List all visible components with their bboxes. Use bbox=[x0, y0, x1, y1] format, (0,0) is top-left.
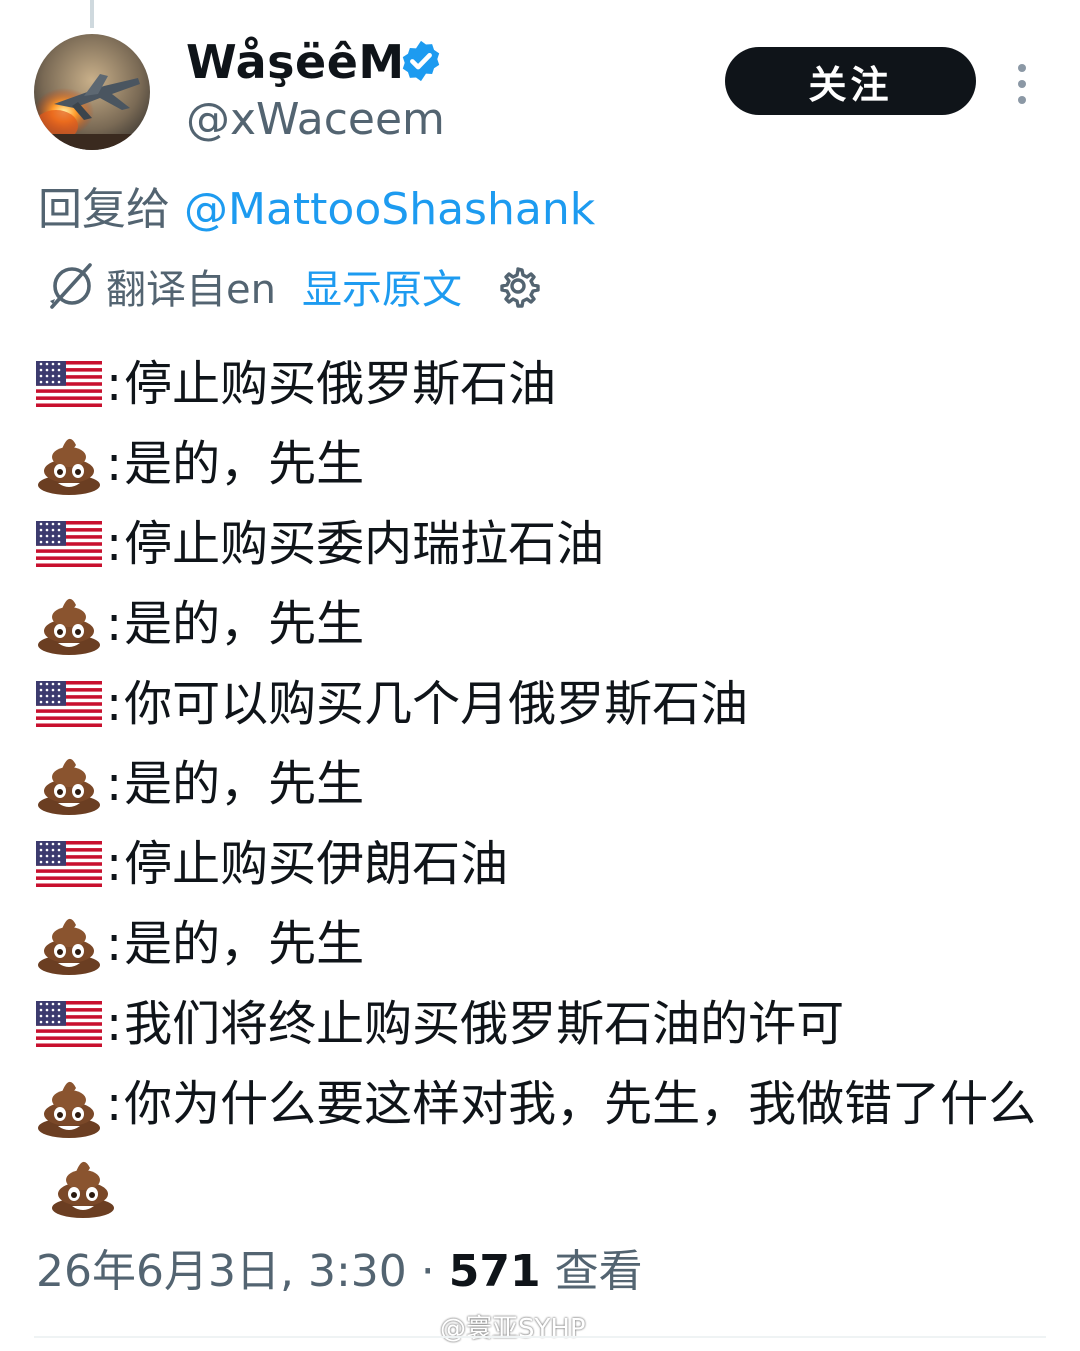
tweet-line-text: 我们将终止购买俄罗斯石油的许可 bbox=[124, 996, 845, 1052]
us-flag-speaker bbox=[36, 361, 102, 407]
author-display-name[interactable]: WåşëêM bbox=[186, 34, 405, 90]
us-flag-icon bbox=[36, 361, 102, 407]
tweet-line-text: 是的，先生 bbox=[124, 436, 365, 492]
speaker-colon: : bbox=[106, 676, 123, 732]
tweet-line-text: 你可以购买几个月俄罗斯石油 bbox=[124, 676, 749, 732]
us-flag-speaker bbox=[36, 1001, 102, 1047]
follow-button[interactable]: 关注 bbox=[725, 47, 976, 115]
weibo-watermark-text: @寰亚SYHP bbox=[440, 1314, 586, 1344]
speaker-colon: : bbox=[106, 756, 123, 812]
poop-speaker bbox=[36, 913, 102, 975]
poop-speaker bbox=[36, 753, 102, 815]
show-original-link[interactable]: 显示原文 bbox=[302, 257, 462, 315]
speaker-colon: : bbox=[106, 596, 123, 652]
tweet-line: : 是的，先生 bbox=[36, 584, 1046, 664]
tweet-meta: 26年6月3日, 3:30 · 571 查看 bbox=[36, 1240, 643, 1304]
poop-emoji-icon bbox=[38, 1081, 100, 1138]
tweet-line: : 停止购买俄罗斯石油 bbox=[36, 344, 1046, 424]
poop-emoji-icon bbox=[38, 598, 100, 655]
tweet-line: : 你可以购买几个月俄罗斯石油 bbox=[36, 664, 1046, 744]
tweet-line: : 是的，先生 bbox=[36, 744, 1046, 824]
author-handle[interactable]: @xWaceem bbox=[186, 92, 445, 148]
tweet-text: : 停止购买俄罗斯石油: 是的，先生: 停止购买委内瑞拉石油: 是的，先生: 你可以购买几… bbox=[36, 344, 1046, 1224]
poop-emoji-icon bbox=[38, 758, 100, 815]
thread-connector-line bbox=[90, 0, 94, 28]
fighter-jet-avatar-icon bbox=[34, 34, 150, 150]
tweet-line: : 是的，先生 bbox=[36, 424, 1046, 504]
views-count: 571 bbox=[448, 1246, 541, 1297]
tweet-line: : 停止购买委内瑞拉石油 bbox=[36, 504, 1046, 584]
tweet-line-text: 是的，先生 bbox=[124, 756, 365, 812]
speaker-colon: : bbox=[106, 916, 123, 972]
watermark: @寰亚SYHP bbox=[440, 1308, 586, 1345]
us-flag-speaker bbox=[36, 521, 102, 567]
poop-speaker bbox=[36, 1076, 102, 1138]
views-label: 查看 bbox=[540, 1246, 643, 1297]
poop-emoji-icon bbox=[38, 918, 100, 975]
poop-speaker bbox=[36, 433, 102, 495]
timestamp-link[interactable]: 26年6月3日, 3:30 bbox=[36, 1246, 407, 1297]
tweet-line: : 我们将终止购买俄罗斯石油的许可 bbox=[36, 984, 1046, 1064]
meta-separator: · bbox=[406, 1246, 449, 1297]
gear-icon[interactable] bbox=[496, 264, 540, 308]
tweet-line-text: 是的，先生 bbox=[124, 916, 365, 972]
tweet-line-text: 停止购买伊朗石油 bbox=[124, 836, 509, 892]
avatar[interactable] bbox=[34, 34, 150, 150]
poop-emoji-icon bbox=[52, 1161, 114, 1218]
verified-badge-icon bbox=[402, 40, 440, 82]
reply-to-prefix: 回复给 bbox=[38, 184, 184, 235]
us-flag-speaker bbox=[36, 681, 102, 727]
tweet-line-text: 你为什么要这样对我，先生，我做错了什么 bbox=[124, 1076, 1037, 1132]
poop-speaker bbox=[36, 593, 102, 655]
translate-icon bbox=[50, 263, 92, 309]
speaker-colon: : bbox=[106, 996, 123, 1052]
tweet-line: : 停止购买伊朗石油 bbox=[36, 824, 1046, 904]
trailing-poop bbox=[50, 1156, 116, 1218]
speaker-colon: : bbox=[106, 516, 123, 572]
translation-bar: 翻译自en 显示原文 bbox=[46, 258, 540, 314]
poop-emoji-icon bbox=[38, 438, 100, 495]
tweet-line: : 是的，先生 bbox=[36, 904, 1046, 984]
us-flag-icon bbox=[36, 521, 102, 567]
translated-from-label: 翻译自en bbox=[106, 267, 276, 313]
more-vertical-icon[interactable] bbox=[1008, 60, 1036, 108]
speaker-colon: : bbox=[106, 836, 123, 892]
divider bbox=[34, 1336, 1046, 1338]
tweet-line: :你为什么要这样对我，先生，我做错了什么 bbox=[36, 1064, 1046, 1224]
us-flag-icon bbox=[36, 681, 102, 727]
reply-to-line: 回复给 @MattooShashank bbox=[38, 180, 595, 240]
us-flag-icon bbox=[36, 1001, 102, 1047]
us-flag-speaker bbox=[36, 841, 102, 887]
us-flag-icon bbox=[36, 841, 102, 887]
tweet-line-text: 停止购买俄罗斯石油 bbox=[124, 356, 557, 412]
speaker-colon: : bbox=[106, 356, 123, 412]
tweet-line-text: 是的，先生 bbox=[124, 596, 365, 652]
tweet-line-text: 停止购买委内瑞拉石油 bbox=[124, 516, 605, 572]
speaker-colon: : bbox=[106, 436, 123, 492]
speaker-colon: : bbox=[106, 1076, 123, 1132]
reply-to-mention-link[interactable]: @MattooShashank bbox=[184, 184, 595, 235]
